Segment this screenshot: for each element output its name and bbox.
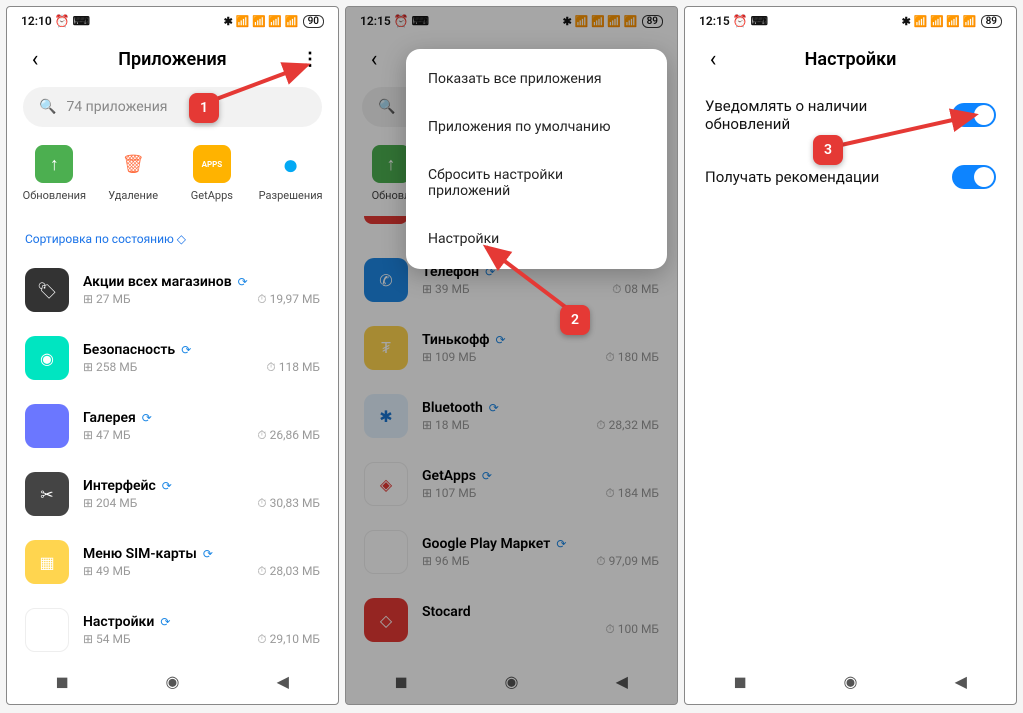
toggle-switch[interactable] <box>952 165 996 189</box>
screen-apps-menu: 12:15 ⏰ ⌨ ✱ 📶 📶 📶 📶 89 ‹ 🔍 74 пр ↑Обновл… <box>345 6 678 705</box>
arrow-up-icon: ↑ <box>35 145 73 183</box>
status-time: 12:10 <box>21 14 52 28</box>
quick-actions: ↑Обновления 🗑Удаление APPSGetApps ●Разре… <box>7 145 338 216</box>
overflow-menu-popup: Показать все приложения Приложения по ум… <box>406 49 667 269</box>
loading-icon: ⟳ <box>482 469 492 483</box>
shield-icon: ● <box>272 145 310 183</box>
getapps-icon: APPS <box>193 145 231 183</box>
status-bar: 12:15 ⏰ ⌨ ✱ 📶 📶 📶 📶 89 <box>685 7 1016 35</box>
nav-home-button[interactable]: ◉ <box>830 661 870 701</box>
annotation-arrow-1 <box>207 57 317 107</box>
status-signal: ✱ 📶 📶 📶 📶 <box>902 15 977 28</box>
loading-icon: ⟳ <box>496 333 506 347</box>
loading-icon: ⟳ <box>203 547 213 561</box>
sort-dropdown[interactable]: Сортировка по состоянию ◇ <box>7 216 338 256</box>
annotation-callout-1: 1 <box>189 93 219 123</box>
quick-permissions[interactable]: ●Разрешения <box>254 145 328 202</box>
nav-back-button[interactable]: ◀ <box>941 661 981 701</box>
loading-icon: ⟳ <box>238 275 248 289</box>
app-icon: ✱ <box>364 394 408 438</box>
app-item[interactable]: ⚙Настройки⟳⊞ 54 МБ⏱ 29,10 МБ <box>7 596 338 658</box>
trash-icon: 🗑 <box>114 145 152 183</box>
quick-getapps[interactable]: APPSGetApps <box>175 145 249 202</box>
nav-recent-button[interactable]: ◼ <box>42 661 82 701</box>
app-item[interactable]: Галерея⟳⊞ 47 МБ⏱ 26,86 МБ <box>7 392 338 460</box>
arrow-up-icon: ↑ <box>372 145 410 183</box>
quick-delete[interactable]: 🗑Удаление <box>96 145 170 202</box>
annotation-callout-3: 3 <box>813 135 843 165</box>
back-button[interactable]: ‹ <box>23 47 47 71</box>
app-icon: ✆ <box>364 258 408 302</box>
header: ‹ Настройки <box>685 35 1016 81</box>
setting-recommendations[interactable]: Получать рекомендации <box>685 149 1016 205</box>
app-item[interactable]: ◈GetApps⟳⊞ 107 МБ⏱ 184 МБ <box>346 450 677 518</box>
app-item[interactable]: ▶Google Play Маркет⟳⊞ 96 МБ⏱ 97,09 МБ <box>346 518 677 586</box>
annotation-arrow-3 <box>835 107 985 151</box>
app-icon: ✂ <box>25 472 69 516</box>
nav-recent-button[interactable]: ◼ <box>381 661 421 701</box>
status-icons: ⏰ ⌨ <box>55 14 90 28</box>
loading-icon: ⟳ <box>181 343 191 357</box>
app-icon: ◇ <box>364 598 408 642</box>
quick-updates[interactable]: ↑Обновления <box>17 145 91 202</box>
status-time: 12:15 <box>699 14 730 28</box>
app-icon: ⚙ <box>25 608 69 652</box>
battery-indicator: 90 <box>303 15 324 28</box>
navigation-bar: ◼ ◉ ◀ <box>685 658 1016 704</box>
nav-home-button[interactable]: ◉ <box>152 661 192 701</box>
loading-icon: ⟳ <box>160 615 170 629</box>
app-item[interactable]: ▦Меню SIM-карты⟳⊞ 49 МБ⏱ 28,03 МБ <box>7 528 338 596</box>
annotation-arrow-2 <box>476 237 576 317</box>
app-icon <box>25 404 69 448</box>
menu-reset-app-settings[interactable]: Сбросить настройки приложений <box>406 151 667 215</box>
setting-label: Получать рекомендации <box>705 168 879 186</box>
battery-indicator: 89 <box>642 15 663 28</box>
nav-home-button[interactable]: ◉ <box>491 661 531 701</box>
status-bar: 12:10 ⏰ ⌨ ✱ 📶 📶 📶 📶 90 <box>7 7 338 35</box>
app-item[interactable]: ✂Интерфейс⟳⊞ 204 МБ⏱ 30,83 МБ <box>7 460 338 528</box>
page-title: Настройки <box>725 49 976 70</box>
app-icon: ₮ <box>364 326 408 370</box>
status-icons: ⏰ ⌨ <box>394 14 429 28</box>
nav-back-button[interactable]: ◀ <box>263 661 303 701</box>
search-icon: 🔍 <box>378 99 395 115</box>
search-placeholder: 74 приложения <box>66 99 167 115</box>
app-icon: ◈ <box>364 462 408 506</box>
status-time: 12:15 <box>360 14 391 28</box>
battery-indicator: 89 <box>981 15 1002 28</box>
search-icon: 🔍 <box>39 99 56 115</box>
back-button[interactable]: ‹ <box>362 47 386 71</box>
status-bar: 12:15 ⏰ ⌨ ✱ 📶 📶 📶 📶 89 <box>346 7 677 35</box>
app-icon: 🏷 <box>25 268 69 312</box>
nav-recent-button[interactable]: ◼ <box>720 661 760 701</box>
app-icon: ▶ <box>364 530 408 574</box>
app-item[interactable]: ◇Stocard⏱ 100 МБ <box>346 586 677 654</box>
app-item[interactable]: ✱Bluetooth⟳⊞ 18 МБ⏱ 28,32 МБ <box>346 382 677 450</box>
status-signal: ✱ 📶 📶 📶 📶 <box>224 15 299 28</box>
loading-icon: ⟳ <box>142 411 152 425</box>
loading-icon: ⟳ <box>162 479 172 493</box>
navigation-bar: ◼ ◉ ◀ <box>346 658 677 704</box>
loading-icon: ⟳ <box>556 537 566 551</box>
menu-default-apps[interactable]: Приложения по умолчанию <box>406 103 667 151</box>
loading-icon: ⟳ <box>489 401 499 415</box>
app-list: 🏷Акции всех магазинов⟳⊞ 27 МБ⏱ 19,97 МБ … <box>7 256 338 658</box>
app-item[interactable]: ₮Тинькофф⟳⊞ 109 МБ⏱ 180 МБ <box>346 314 677 382</box>
status-icons: ⏰ ⌨ <box>733 14 768 28</box>
screen-settings: 12:15 ⏰ ⌨ ✱ 📶 📶 📶 📶 89 ‹ Настройки Уведо… <box>684 6 1017 705</box>
menu-show-all-apps[interactable]: Показать все приложения <box>406 55 667 103</box>
screen-apps: 12:10 ⏰ ⌨ ✱ 📶 📶 📶 📶 90 ‹ Приложения ⋮ 🔍 … <box>6 6 339 705</box>
back-button[interactable]: ‹ <box>701 47 725 71</box>
app-icon: ▦ <box>25 540 69 584</box>
annotation-callout-2: 2 <box>560 305 590 335</box>
app-icon: ◉ <box>25 336 69 380</box>
navigation-bar: ◼ ◉ ◀ <box>7 658 338 704</box>
app-item[interactable]: 🏷Акции всех магазинов⟳⊞ 27 МБ⏱ 19,97 МБ <box>7 256 338 324</box>
nav-back-button[interactable]: ◀ <box>602 661 642 701</box>
status-signal: ✱ 📶 📶 📶 📶 <box>563 15 638 28</box>
app-item[interactable]: ◉Безопасность⟳⊞ 258 МБ⏱ 118 МБ <box>7 324 338 392</box>
